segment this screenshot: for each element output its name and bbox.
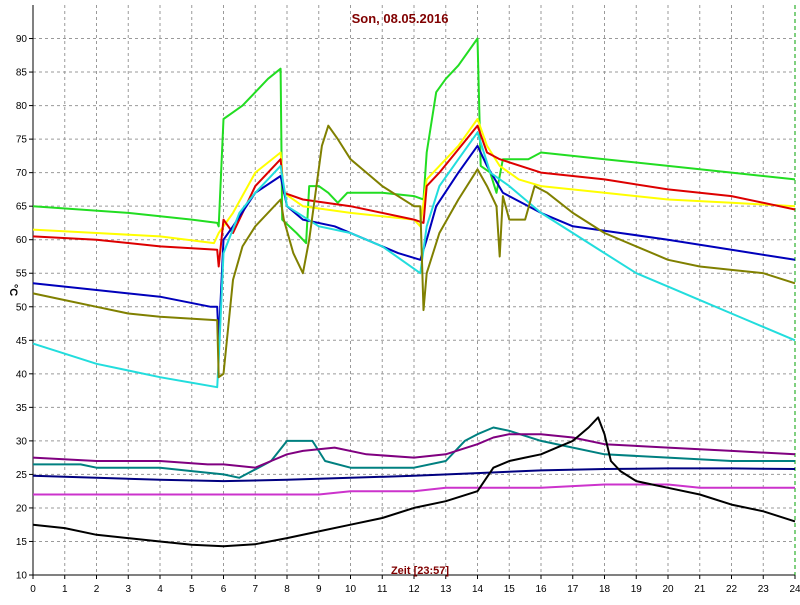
x-tick-label: 19 [631,584,643,595]
line-chart: 10152025303540455055606570758085900 1 2 3 4 5… [7,5,800,595]
y-tick-label: 40 [16,369,28,380]
x-axis-label: Zeit [23:57] [391,565,449,577]
y-tick-label: 65 [16,202,28,213]
x-tick-label: 2 [94,584,100,595]
x-tick-label: 21 [694,584,706,595]
x-tick-label: 20 [662,584,674,595]
x-tick-label: 10 [345,584,357,595]
x-tick-label: 24 [789,584,800,595]
chart-title: Son, 08.05.2016 [352,11,449,26]
chart: 10 15 20 25 30 35 40 45 50 55 60 65 70 75 80 85 90 0 1 2 3 4 5… [0,0,800,600]
y-tick-label: 35 [16,403,28,414]
y-tick-label: 55 [16,269,28,280]
y-tick-label: 70 [16,168,28,179]
x-tick-label: 23 [758,584,770,595]
x-tick-label: 8 [284,584,290,595]
x-tick-label: 16 [535,584,547,595]
x-tick-label: 6 [221,584,227,595]
series-line-7 [33,426,795,479]
x-tick-label: 5 [189,584,195,595]
y-tick-label: 90 [16,34,28,45]
y-tick-label: 60 [16,235,28,246]
x-tick-label: 11 [377,584,388,595]
x-tick-label: 1 [62,584,68,595]
y-tick-label: 45 [16,336,28,347]
x-tick-label: 15 [504,584,516,595]
y-tick-label: 80 [16,101,28,112]
x-tick-label: 18 [599,584,611,595]
y-tick-label: 30 [16,436,28,447]
x-tick-label: 9 [316,584,322,595]
y-axis-label: °C [7,284,19,296]
y-tick-label: 50 [16,302,28,313]
x-tick-label: 12 [408,584,420,595]
x-tick-label: 7 [252,584,258,595]
x-tick-label: 0 [30,584,36,595]
y-tick-label: 10 [16,571,28,582]
y-tick-label: 85 [16,68,28,79]
x-tick-label: 4 [157,584,163,595]
y-tick-label: 20 [16,503,28,514]
x-tick-label: 13 [440,584,452,595]
x-tick-label: 22 [726,584,738,595]
series-line-1 [32,37,796,245]
y-tick-label: 15 [16,537,28,548]
x-tick-label: 17 [567,584,579,595]
y-tick-label: 25 [16,470,28,481]
y-tick-label: 75 [16,135,28,146]
x-tick-label: 14 [472,584,484,595]
x-tick-label: 3 [125,584,131,595]
